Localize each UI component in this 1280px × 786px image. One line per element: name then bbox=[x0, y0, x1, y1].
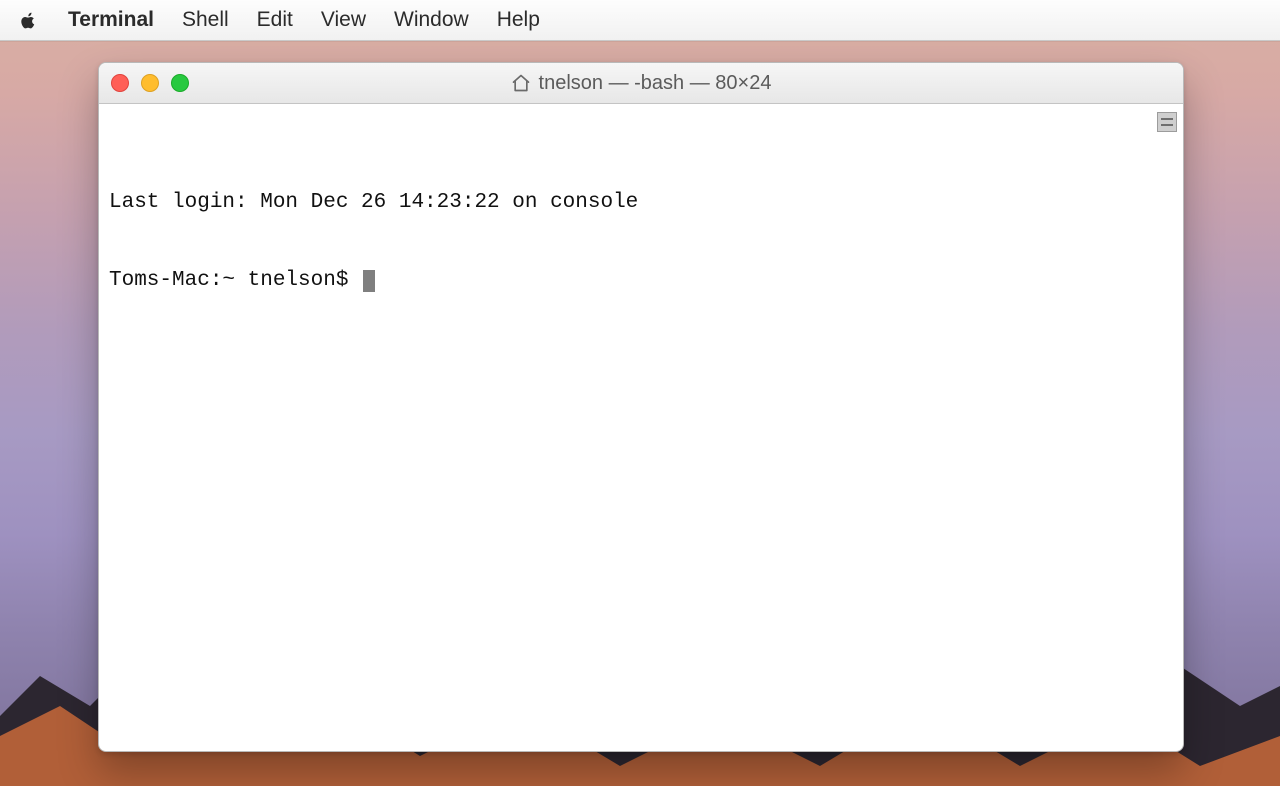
apple-menu-icon[interactable] bbox=[18, 9, 40, 31]
macos-menubar: Terminal Shell Edit View Window Help bbox=[0, 0, 1280, 41]
terminal-prompt: Toms-Mac:~ tnelson$ bbox=[109, 268, 348, 294]
window-traffic-lights bbox=[111, 74, 189, 92]
window-minimize-button[interactable] bbox=[141, 74, 159, 92]
desktop: Terminal Shell Edit View Window Help tne… bbox=[0, 0, 1280, 786]
window-zoom-button[interactable] bbox=[171, 74, 189, 92]
menubar-item-view[interactable]: View bbox=[321, 8, 366, 32]
menubar-item-shell[interactable]: Shell bbox=[182, 8, 229, 32]
window-close-button[interactable] bbox=[111, 74, 129, 92]
terminal-cursor bbox=[363, 270, 375, 292]
window-title-text: tnelson — -bash — 80×24 bbox=[539, 72, 772, 95]
terminal-window: tnelson — -bash — 80×24 Last login: Mon … bbox=[98, 62, 1184, 752]
menubar-item-window[interactable]: Window bbox=[394, 8, 469, 32]
window-titlebar[interactable]: tnelson — -bash — 80×24 bbox=[99, 63, 1183, 104]
terminal-last-login: Last login: Mon Dec 26 14:23:22 on conso… bbox=[109, 190, 1173, 216]
home-folder-icon bbox=[511, 73, 531, 93]
terminal-content[interactable]: Last login: Mon Dec 26 14:23:22 on conso… bbox=[99, 104, 1183, 751]
menubar-item-edit[interactable]: Edit bbox=[257, 8, 293, 32]
menubar-item-help[interactable]: Help bbox=[497, 8, 540, 32]
window-title: tnelson — -bash — 80×24 bbox=[511, 72, 772, 95]
scroll-indicator-icon[interactable] bbox=[1157, 112, 1177, 132]
menubar-app-name[interactable]: Terminal bbox=[68, 8, 154, 32]
